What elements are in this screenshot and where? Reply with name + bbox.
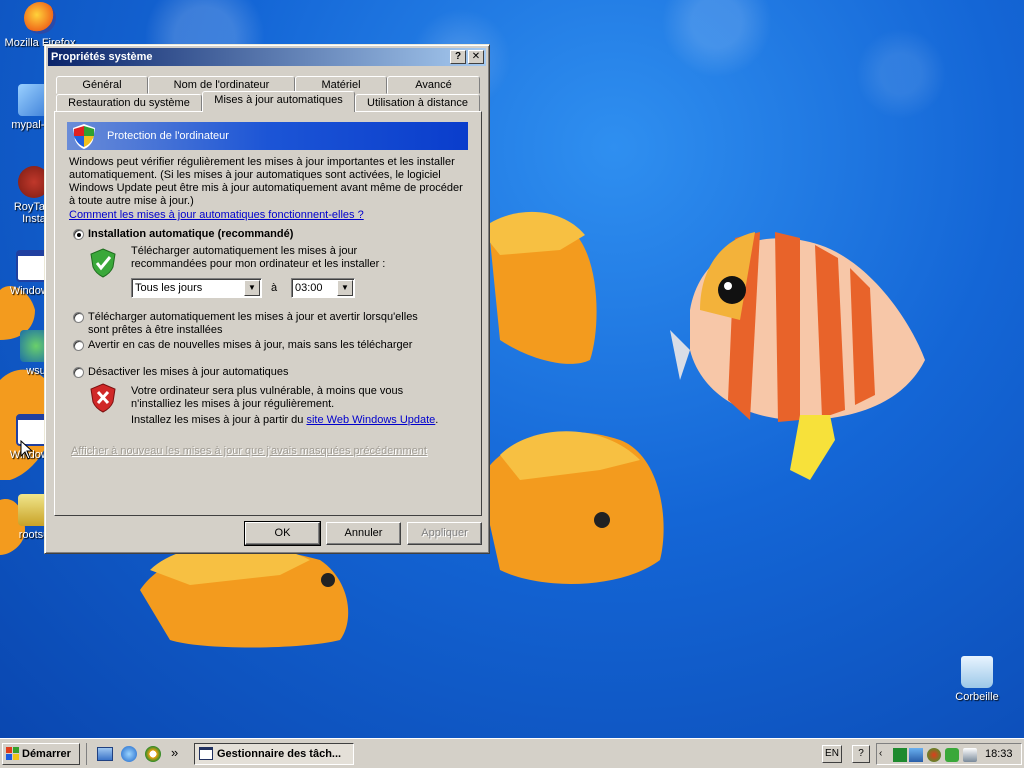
show-desktop-icon[interactable] — [97, 747, 113, 761]
windows-update-link[interactable]: site Web Windows Update — [306, 414, 435, 426]
connection-tray-icon[interactable] — [963, 748, 977, 762]
day-select[interactable]: Tous les jours ▼ — [131, 278, 262, 298]
dialog-title: Propriétés système — [51, 51, 153, 63]
how-it-works-link[interactable]: Comment les mises à jour automatiques fo… — [69, 209, 364, 222]
internet-explorer-icon[interactable] — [121, 746, 137, 762]
green-tray-icon[interactable] — [893, 748, 907, 762]
install-from-text: Installez les mises à jour à partir du — [131, 414, 304, 426]
radio-auto-install[interactable] — [73, 229, 84, 240]
language-indicator[interactable]: EN — [822, 745, 842, 763]
tray-chevron-icon[interactable]: ‹ — [879, 748, 885, 762]
shield-check-icon — [90, 248, 116, 278]
tab-remote[interactable]: Utilisation à distance — [355, 94, 480, 112]
taskbar-task-manager[interactable]: Gestionnaire des tâch... — [194, 743, 354, 765]
start-button[interactable]: Démarrer — [2, 743, 80, 765]
tab-panel: Protection de l'ordinateur Windows peut … — [54, 111, 482, 516]
clock[interactable]: 18:33 — [985, 748, 1013, 760]
period: . — [435, 414, 439, 426]
shield-x-icon — [90, 383, 116, 413]
disable-desc: Votre ordinateur sera plus vulnérable, à… — [131, 385, 404, 410]
firefox-icon — [24, 2, 56, 34]
task-label: Gestionnaire des tâch... — [217, 748, 342, 760]
mouse-cursor-icon — [20, 440, 34, 460]
recycle-bin-icon — [961, 656, 993, 688]
apply-button[interactable]: Appliquer — [407, 522, 482, 545]
dialog-titlebar[interactable]: Propriétés système ? ✕ — [48, 48, 486, 66]
download-notify-label[interactable]: Télécharger automatiquement les mises à … — [88, 311, 438, 337]
tab-automatic-updates[interactable]: Mises à jour automatiques — [202, 91, 355, 112]
quick-launch: » — [86, 743, 190, 765]
at-label: à — [271, 282, 278, 294]
radio-notify-only[interactable] — [73, 340, 84, 351]
cancel-button[interactable]: Annuler — [326, 522, 401, 545]
security-tray-icon[interactable] — [927, 748, 941, 762]
start-label: Démarrer — [22, 748, 71, 760]
media-player-icon[interactable] — [145, 746, 161, 762]
close-button[interactable]: ✕ — [468, 50, 484, 64]
intro-text: Windows peut vérifier régulièrement les … — [69, 156, 463, 207]
disable-label[interactable]: Désactiver les mises à jour automatiques — [88, 366, 458, 379]
radio-download-notify[interactable] — [73, 312, 84, 323]
help-tray-button[interactable]: ? — [852, 745, 870, 763]
network-tray-icon[interactable] — [909, 748, 923, 762]
tab-advanced[interactable]: Avancé — [387, 76, 480, 94]
help-button[interactable]: ? — [450, 50, 466, 64]
tab-general[interactable]: Général — [56, 76, 148, 94]
desktop-icon-firefox[interactable]: Mozilla Firefox — [2, 2, 78, 49]
show-hidden-updates-link[interactable]: Afficher à nouveau les mises à jour que … — [71, 445, 471, 458]
notify-only-label[interactable]: Avertir en cas de nouvelles mises à jour… — [88, 339, 458, 352]
butterfly-fish — [670, 232, 925, 480]
install-from-line: Installez les mises à jour à partir du s… — [131, 414, 461, 427]
chevron-down-icon[interactable]: ▼ — [244, 280, 260, 296]
chevron-down-icon[interactable]: ▼ — [337, 280, 353, 296]
protection-banner: Protection de l'ordinateur — [67, 122, 468, 150]
auto-install-label[interactable]: Installation automatique (recommandé) — [88, 228, 488, 241]
time-select[interactable]: 03:00 ▼ — [291, 278, 355, 298]
shield-icon — [73, 124, 95, 149]
quick-launch-chevron[interactable]: » — [171, 745, 178, 760]
windows-logo-icon — [6, 747, 19, 760]
update-tray-icon[interactable] — [945, 748, 959, 762]
ok-button[interactable]: OK — [244, 521, 321, 546]
time-select-value: 03:00 — [295, 282, 323, 294]
desktop-icon-label: Corbeille — [955, 691, 999, 703]
day-select-value: Tous les jours — [135, 282, 203, 294]
desktop-icon-recycle-bin[interactable]: Corbeille — [939, 656, 1015, 703]
tab-system-restore[interactable]: Restauration du système — [56, 94, 202, 112]
taskbar: Démarrer » Gestionnaire des tâch... EN ?… — [0, 738, 1024, 768]
task-manager-icon — [199, 747, 213, 760]
system-properties-dialog: Propriétés système ? ✕ Général Nom de l'… — [44, 44, 490, 554]
banner-title: Protection de l'ordinateur — [107, 130, 229, 142]
system-tray: ‹ 18:33 — [876, 743, 1022, 765]
auto-install-desc: Télécharger automatiquement les mises à … — [131, 245, 386, 270]
radio-disable[interactable] — [73, 367, 84, 378]
